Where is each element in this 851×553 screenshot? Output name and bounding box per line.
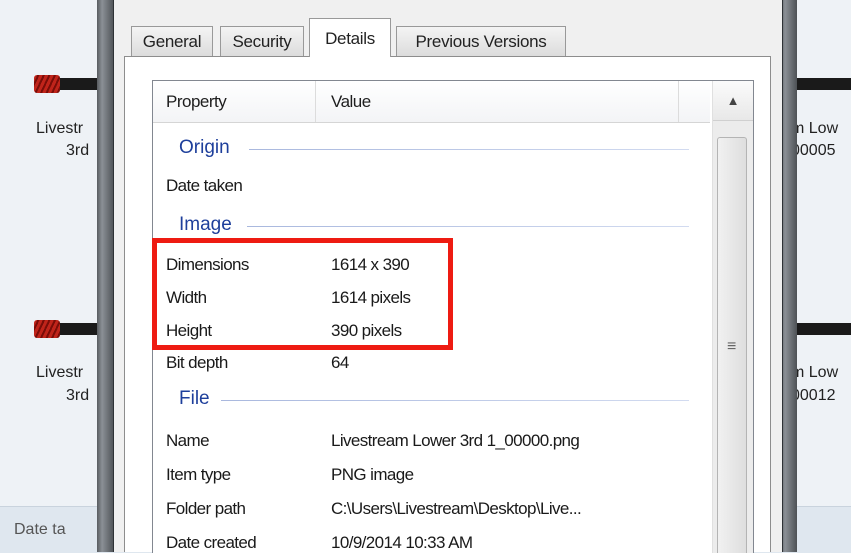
vertical-scrollbar[interactable]: ▲ ≡ (712, 81, 753, 553)
tab-general[interactable]: General (131, 26, 213, 56)
column-divider[interactable] (315, 81, 316, 122)
file-label-line1[interactable]: m Low (791, 118, 838, 139)
tab-details[interactable]: Details (309, 18, 391, 57)
file-label-line2[interactable]: 00012 (791, 385, 836, 406)
value-bit-depth[interactable]: 64 (331, 351, 349, 375)
file-label-line1[interactable]: Livestr (36, 118, 83, 139)
file-thumbnail[interactable] (34, 75, 106, 93)
scroll-up-arrow-icon[interactable]: ▲ (713, 81, 753, 121)
column-header-row: Property Value (153, 81, 710, 123)
property-date-taken[interactable]: Date taken (166, 174, 243, 198)
column-header-value[interactable]: Value (331, 81, 371, 122)
property-bit-depth[interactable]: Bit depth (166, 351, 228, 375)
file-label-line2[interactable]: 3rd (66, 140, 89, 161)
property-item-type[interactable]: Item type (166, 463, 231, 487)
property-date-created[interactable]: Date created (166, 531, 257, 553)
dialog-frame-left (97, 0, 114, 552)
group-divider (247, 226, 689, 227)
file-label-line2[interactable]: 00005 (791, 140, 836, 161)
scrollbar-thumb[interactable]: ≡ (717, 137, 747, 553)
value-folder-path[interactable]: C:\Users\Livestream\Desktop\Live... (331, 497, 582, 521)
value-name[interactable]: Livestream Lower 3rd 1_00000.png (331, 429, 580, 453)
file-thumbnail[interactable] (34, 320, 106, 338)
group-divider (249, 149, 689, 150)
scroll-grip-icon: ≡ (727, 338, 737, 355)
file-thumbnail[interactable] (790, 323, 851, 335)
column-header-property[interactable]: Property (166, 81, 227, 122)
file-label-line1[interactable]: Livestr (36, 362, 83, 383)
file-thumbnail[interactable] (790, 78, 851, 90)
tab-previous-versions[interactable]: Previous Versions (396, 26, 566, 56)
property-folder-path[interactable]: Folder path (166, 497, 246, 521)
thumbnail-graphic (34, 320, 60, 338)
column-divider[interactable] (678, 81, 679, 122)
group-header-image: Image (179, 214, 232, 235)
file-label-line2[interactable]: 3rd (66, 385, 89, 406)
value-date-created[interactable]: 10/9/2014 10:33 AM (331, 531, 473, 553)
group-header-file: File (179, 388, 210, 409)
status-text: Date ta (14, 521, 66, 538)
value-item-type[interactable]: PNG image (331, 463, 414, 487)
group-header-origin: Origin (179, 137, 230, 158)
file-label-line1[interactable]: m Low (791, 362, 838, 383)
tab-security[interactable]: Security (220, 26, 304, 56)
highlight-box (152, 238, 453, 350)
thumbnail-graphic (34, 75, 60, 93)
group-divider (221, 400, 689, 401)
property-name[interactable]: Name (166, 429, 210, 453)
